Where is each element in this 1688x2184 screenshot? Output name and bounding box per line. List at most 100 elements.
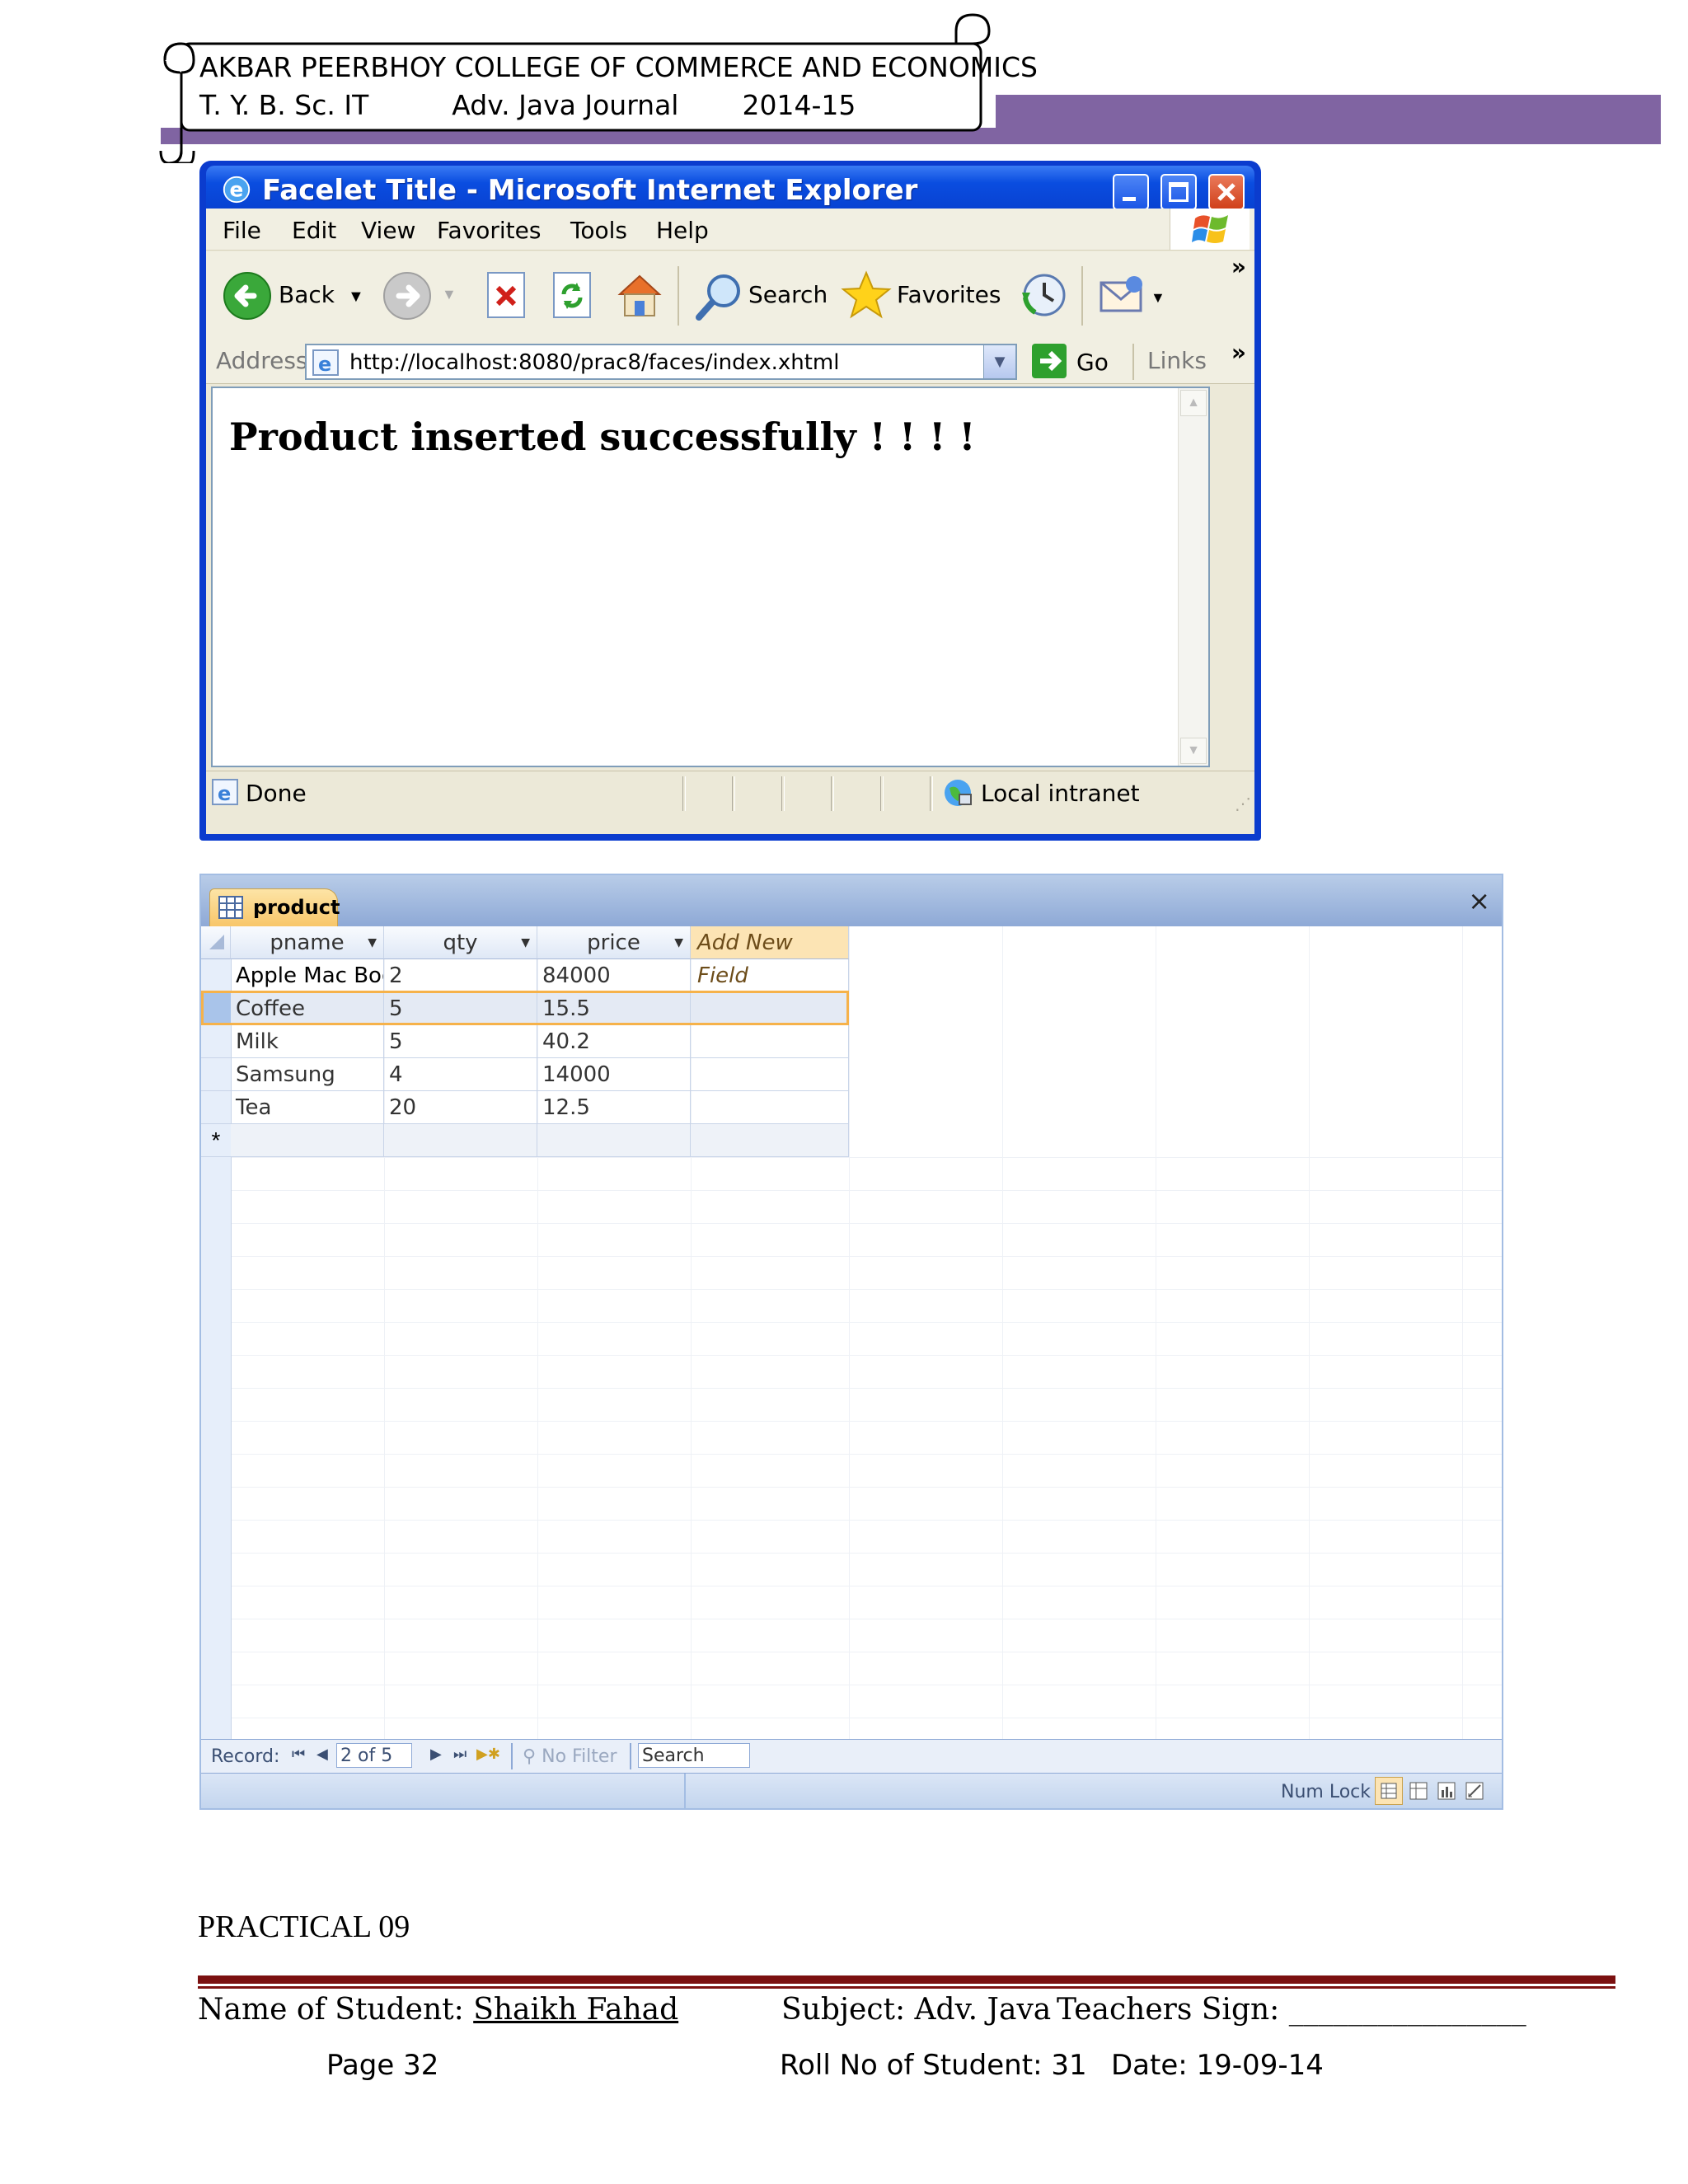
row-selector[interactable] <box>201 1058 231 1091</box>
cell-price[interactable]: 40.2 <box>537 1025 691 1058</box>
address-input[interactable]: e http://localhost:8080/prac8/faces/inde… <box>305 344 1017 380</box>
gridline <box>231 1322 1502 1323</box>
row-selector[interactable] <box>201 959 231 992</box>
add-new-field-header[interactable]: Add New Field <box>691 926 849 988</box>
tab-product[interactable]: product <box>209 888 340 926</box>
cell-pname[interactable]: Samsung <box>231 1058 384 1091</box>
window-title: Facelet Title - Microsoft Internet Explo… <box>262 174 918 207</box>
back-arrow-icon <box>223 272 271 320</box>
menu-favorites[interactable]: Favorites <box>437 217 541 244</box>
menu-tools[interactable]: Tools <box>570 217 627 244</box>
filter-icon: ⚲ <box>523 1746 542 1767</box>
vertical-scrollbar[interactable]: ▲ ▼ <box>1178 388 1208 766</box>
scroll-down-icon[interactable]: ▼ <box>1180 738 1207 764</box>
links-label[interactable]: Links <box>1147 347 1207 374</box>
menu-view[interactable]: View <box>361 217 415 244</box>
select-all-icon <box>209 935 224 949</box>
minimize-icon <box>1123 197 1136 201</box>
maximize-button[interactable] <box>1160 174 1197 210</box>
cell-price[interactable]: 14000 <box>537 1058 691 1091</box>
last-record-icon[interactable]: ⏭ <box>453 1746 467 1763</box>
record-navigation-bar: Record: ⏮ ◀ 2 of 5 ▶ ⏭ ▶✱ ⚲ No Filter Se… <box>201 1739 1502 1774</box>
toolbar-separator-2 <box>1081 266 1083 326</box>
first-record-icon[interactable]: ⏮ <box>292 1746 305 1763</box>
cell-qty[interactable]: 4 <box>384 1058 537 1091</box>
status-divider <box>732 776 735 811</box>
mail-dropdown-icon[interactable]: ▼ <box>1151 289 1165 307</box>
stop-icon[interactable] <box>485 271 528 319</box>
gridline <box>231 1157 1502 1158</box>
cell-qty[interactable]: 2 <box>384 959 537 992</box>
gridline <box>1309 926 1310 1790</box>
next-record-icon[interactable]: ▶ <box>430 1746 442 1763</box>
cell-empty[interactable] <box>691 959 849 992</box>
status-divider <box>930 776 933 811</box>
cell-price[interactable]: 12.5 <box>537 1091 691 1124</box>
select-all-button[interactable] <box>201 926 231 959</box>
new-cell[interactable] <box>691 1124 849 1157</box>
back-label: Back <box>279 281 335 308</box>
new-cell[interactable] <box>231 1124 384 1157</box>
address-dropdown-icon[interactable]: ▼ <box>983 345 1015 378</box>
close-icon[interactable]: × <box>1468 885 1490 916</box>
links-chevron-icon[interactable]: » <box>1231 339 1246 366</box>
forward-arrow-icon[interactable] <box>382 271 432 321</box>
filter-dropdown-icon[interactable]: ▼ <box>368 926 377 959</box>
pivot-chart-icon[interactable] <box>1437 1782 1456 1800</box>
ie-client: File Edit View Favorites Tools Help Back… <box>206 209 1254 834</box>
mail-icon[interactable] <box>1098 273 1147 319</box>
gridline <box>1002 926 1003 1790</box>
history-icon[interactable] <box>1019 269 1070 321</box>
gridline <box>231 1454 1502 1455</box>
status-divider <box>682 776 686 811</box>
new-record-selector[interactable]: * <box>201 1124 231 1157</box>
gridline <box>849 926 850 1790</box>
column-header-price[interactable]: price ▼ <box>537 926 691 959</box>
search-input[interactable]: Search <box>638 1743 750 1768</box>
previous-record-icon[interactable]: ◀ <box>316 1746 328 1763</box>
row-selector[interactable] <box>201 1091 231 1124</box>
no-filter-label: No Filter <box>542 1746 617 1767</box>
resize-grip-icon[interactable]: ⋰ <box>1235 794 1251 814</box>
back-dropdown-icon[interactable]: ▼ <box>348 288 364 307</box>
cell-qty[interactable]: 20 <box>384 1091 537 1124</box>
cell-qty[interactable]: 5 <box>384 1025 537 1058</box>
gridline <box>231 1553 1502 1554</box>
new-cell[interactable] <box>537 1124 691 1157</box>
new-cell[interactable] <box>384 1124 537 1157</box>
row-selector[interactable] <box>201 1025 231 1058</box>
cell-pname[interactable]: Milk <box>231 1025 384 1058</box>
filter-dropdown-icon[interactable]: ▼ <box>521 926 530 959</box>
forward-dropdown-icon[interactable]: ▼ <box>442 286 457 303</box>
design-view-icon[interactable] <box>1465 1782 1484 1800</box>
cell-empty[interactable] <box>691 1091 849 1124</box>
column-header-pname[interactable]: pname ▼ <box>231 926 384 959</box>
cell-pname[interactable]: Apple Mac Boo <box>231 959 384 992</box>
roll-number: Roll No of Student: 31 <box>780 2049 1087 2082</box>
scroll-up-icon[interactable]: ▲ <box>1180 390 1207 416</box>
no-filter-button[interactable]: ⚲ No Filter <box>523 1746 617 1767</box>
cell-price[interactable]: 84000 <box>537 959 691 992</box>
cell-empty[interactable] <box>691 1025 849 1058</box>
cell-empty[interactable] <box>691 1058 849 1091</box>
pivot-table-icon[interactable] <box>1409 1782 1428 1800</box>
column-header-qty[interactable]: qty ▼ <box>384 926 537 959</box>
filter-dropdown-icon[interactable]: ▼ <box>674 926 683 959</box>
new-record-icon[interactable]: ▶✱ <box>476 1746 500 1763</box>
menu-help[interactable]: Help <box>656 217 709 244</box>
record-position-input[interactable]: 2 of 5 <box>336 1743 412 1768</box>
gridline <box>231 1223 1502 1224</box>
close-button[interactable] <box>1208 174 1245 210</box>
home-icon[interactable] <box>613 269 666 321</box>
toolbar-chevron-icon[interactable]: » <box>1231 253 1246 280</box>
menu-edit[interactable]: Edit <box>292 217 336 244</box>
datasheet-view-icon[interactable] <box>1375 1777 1403 1805</box>
menu-bar: File Edit View Favorites Tools Help <box>206 209 1254 251</box>
cell-pname[interactable]: Tea <box>231 1091 384 1124</box>
minimize-button[interactable] <box>1113 174 1149 210</box>
nav-separator <box>630 1743 631 1769</box>
menu-file[interactable]: File <box>223 217 261 244</box>
svg-text:e: e <box>229 178 243 202</box>
refresh-icon[interactable] <box>551 271 593 319</box>
status-bar: e Done Local intranet ⋰ <box>206 771 1254 816</box>
